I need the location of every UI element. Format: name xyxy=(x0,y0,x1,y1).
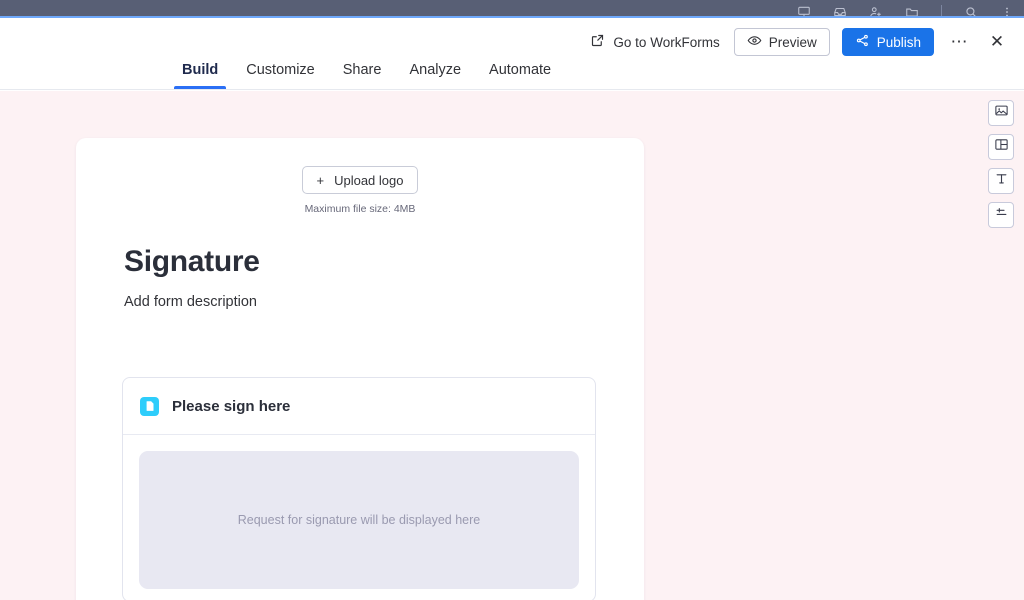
add-layout-button[interactable] xyxy=(988,134,1014,160)
question-label: Please sign here xyxy=(172,397,291,415)
tab-share-label: Share xyxy=(342,62,382,78)
os-bar-divider xyxy=(941,4,942,16)
header-actions: Go to WorkForms Preview Publish ⋯ ✕ xyxy=(588,28,1010,56)
question-body: Request for signature will be displayed … xyxy=(123,435,595,600)
publish-label: Publish xyxy=(876,34,921,50)
upload-logo-button[interactable]: + Upload logo xyxy=(301,166,419,194)
app-header: Go to WorkForms Preview Publish ⋯ ✕ Buil… xyxy=(0,18,1024,90)
os-top-bar xyxy=(0,0,1024,16)
close-icon: ✕ xyxy=(989,32,1005,51)
eye-icon xyxy=(747,33,762,51)
tab-customize[interactable]: Customize xyxy=(232,62,329,89)
signature-placeholder[interactable]: Request for signature will be displayed … xyxy=(139,451,579,589)
tab-build-label: Build xyxy=(182,62,219,78)
upload-logo-label: Upload logo xyxy=(334,172,404,188)
signature-document-icon xyxy=(140,396,159,416)
right-toolbar xyxy=(988,100,1014,228)
tab-analyze[interactable]: Analyze xyxy=(395,62,475,89)
main-tabs: Build Customize Share Analyze Automate xyxy=(168,62,565,89)
preview-button[interactable]: Preview xyxy=(733,28,830,56)
max-file-size-hint: Maximum file size: 4MB xyxy=(304,203,416,215)
more-options-button[interactable]: ⋯ xyxy=(946,29,972,55)
tab-build[interactable]: Build xyxy=(168,62,232,89)
close-button[interactable]: ✕ xyxy=(984,29,1010,55)
signature-placeholder-text: Request for signature will be displayed … xyxy=(237,513,481,527)
layout-columns-icon xyxy=(994,137,1009,157)
inbox-icon[interactable] xyxy=(833,5,847,16)
form-card: + Upload logo Maximum file size: 4MB Sig… xyxy=(76,138,644,600)
folder-icon[interactable] xyxy=(905,5,919,16)
share-nodes-icon xyxy=(855,33,870,51)
external-link-icon xyxy=(590,33,605,51)
add-divider-button[interactable] xyxy=(988,202,1014,228)
more-icon[interactable] xyxy=(1000,5,1014,16)
upload-logo-section: + Upload logo Maximum file size: 4MB xyxy=(76,138,644,215)
tab-automate[interactable]: Automate xyxy=(475,62,565,89)
question-card[interactable]: Please sign here Request for signature w… xyxy=(122,377,596,600)
form-title[interactable]: Signature xyxy=(124,245,644,279)
text-icon xyxy=(994,171,1009,191)
publish-button[interactable]: Publish xyxy=(841,28,934,56)
tab-automate-label: Automate xyxy=(489,62,552,78)
form-canvas: + Upload logo Maximum file size: 4MB Sig… xyxy=(0,91,1024,600)
add-text-button[interactable] xyxy=(988,168,1014,194)
image-icon xyxy=(994,103,1009,123)
tab-customize-label: Customize xyxy=(246,62,315,78)
person-add-icon[interactable] xyxy=(869,5,883,16)
search-icon[interactable] xyxy=(964,5,978,16)
tab-share[interactable]: Share xyxy=(329,62,396,89)
question-header: Please sign here xyxy=(123,378,595,435)
ellipsis-icon: ⋯ xyxy=(950,32,968,51)
go-to-workforms-link[interactable]: Go to WorkForms xyxy=(588,29,721,55)
plus-icon: + xyxy=(316,172,325,188)
form-description[interactable]: Add form description xyxy=(124,294,644,310)
divider-icon xyxy=(994,205,1009,225)
monitor-icon[interactable] xyxy=(797,5,811,16)
add-image-button[interactable] xyxy=(988,100,1014,126)
go-to-workforms-label: Go to WorkForms xyxy=(613,34,720,50)
preview-label: Preview xyxy=(768,34,817,50)
tab-analyze-label: Analyze xyxy=(409,62,462,78)
